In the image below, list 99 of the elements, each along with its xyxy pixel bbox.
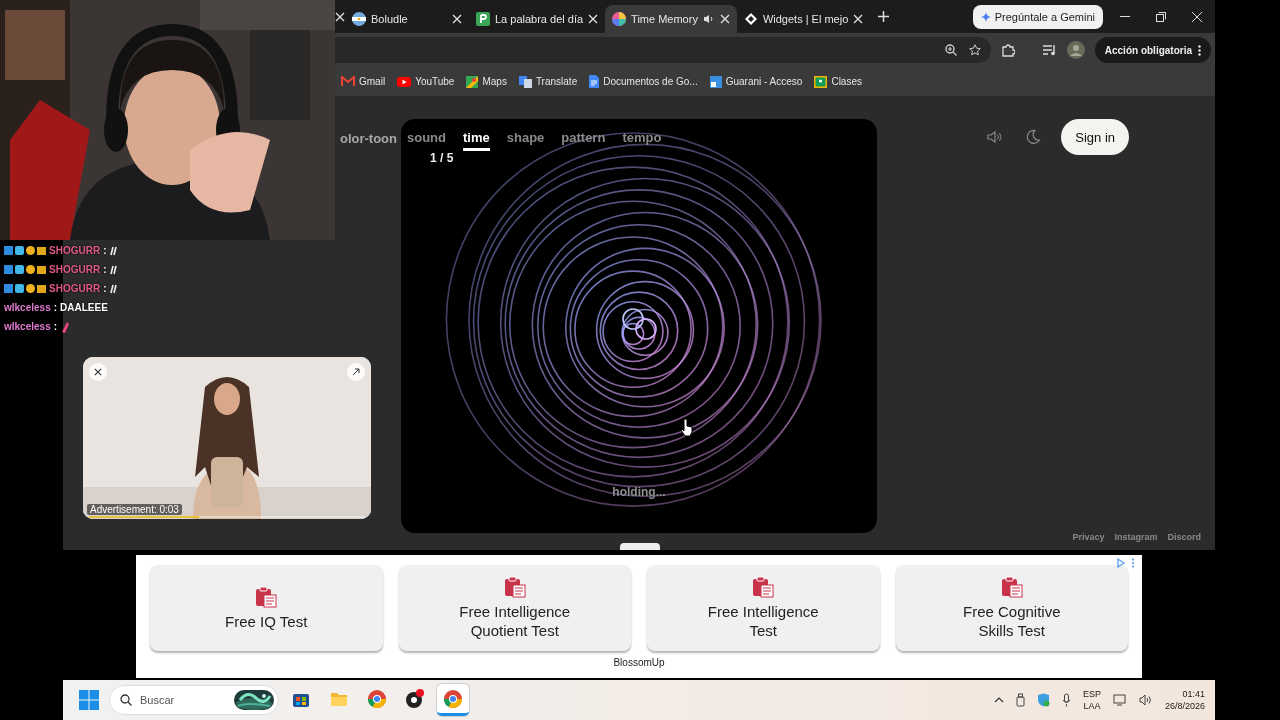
mode-tab[interactable]: shape <box>506 130 545 151</box>
kebab-icon <box>1198 44 1201 56</box>
bookmark-link[interactable]: Guarani - Acceso <box>709 75 803 88</box>
chat-username[interactable]: wlkceless <box>4 321 51 332</box>
bookmark-link[interactable]: Maps <box>466 75 507 88</box>
letter-favicon-icon <box>476 12 490 26</box>
clipboard-icon <box>255 585 278 608</box>
tab-close-icon[interactable] <box>335 11 345 22</box>
zoom-icon[interactable] <box>944 44 957 56</box>
tab-close-icon[interactable] <box>853 14 864 24</box>
bookmark-link[interactable]: Clases <box>814 75 862 88</box>
keyboard-layout[interactable]: LAA <box>1083 700 1101 712</box>
footer-link[interactable]: Instagram <box>1114 532 1158 542</box>
browser-icon[interactable] <box>443 688 463 709</box>
search-bar[interactable]: Buscar <box>109 685 279 715</box>
ad-card[interactable]: Free Intelligence Quotient Test <box>398 565 631 651</box>
volume-icon[interactable] <box>987 130 1004 144</box>
bookmark-link[interactable]: Documentos de Go... <box>589 75 698 88</box>
color-wheel-favicon-icon <box>612 12 627 26</box>
footer-link[interactable]: Discord <box>1167 532 1201 542</box>
caret-up-icon[interactable] <box>993 697 1004 703</box>
browser-tab[interactable]: Widgets | El mejo <box>736 5 871 33</box>
chat-badges-icon <box>4 245 46 256</box>
restore-icon[interactable] <box>1156 11 1166 22</box>
emote-icon <box>60 320 71 333</box>
map-icon <box>466 75 479 88</box>
browser-icon[interactable] <box>367 688 387 709</box>
hand-cursor-icon <box>680 419 694 437</box>
ad-card[interactable]: Free Cognitive Skills Test <box>895 565 1128 651</box>
emote-icon <box>109 245 119 256</box>
chat-separator: : <box>103 264 107 275</box>
mode-tab[interactable]: sound <box>407 130 446 151</box>
clipboard-icon <box>503 576 526 598</box>
video-ad[interactable]: Advertisement: 0:03 <box>83 357 371 519</box>
advertiser-name[interactable]: BlossomUp <box>613 657 665 668</box>
chat-badges-icon <box>4 283 46 294</box>
gemini-button[interactable]: Pregúntale a Gemini <box>972 4 1103 29</box>
chat-badges-icon <box>4 264 46 275</box>
start-icon[interactable] <box>79 690 99 710</box>
ad-card[interactable]: Free Intelligence Test <box>647 565 880 651</box>
browser-tab[interactable]: Time Memory <box>605 5 737 33</box>
bookmark-link[interactable]: YouTube <box>397 76 455 87</box>
bookmark-link[interactable]: Gmail <box>341 76 386 87</box>
arrow-icon <box>352 368 360 376</box>
play-icon <box>397 76 412 87</box>
clipboard-icon <box>752 576 775 598</box>
new-tab-icon[interactable] <box>878 11 890 22</box>
diamond-favicon-icon <box>743 12 758 26</box>
search-icon <box>120 694 132 706</box>
mail-icon <box>341 76 355 87</box>
chat-username[interactable]: SHOGURR <box>49 245 101 256</box>
window-icon <box>709 75 722 88</box>
language-code[interactable]: ESP <box>1082 688 1101 700</box>
bookmark-link[interactable]: Translate <box>518 75 578 88</box>
tab-close-icon[interactable] <box>588 14 599 24</box>
microphone-icon[interactable] <box>1061 693 1071 707</box>
chat-message: DAALEEE <box>60 302 108 313</box>
chat-username[interactable]: SHOGURR <box>49 264 101 275</box>
media-queue-icon[interactable] <box>1042 44 1057 56</box>
sparkle-icon <box>980 11 991 22</box>
mode-tab[interactable]: tempo <box>622 130 662 151</box>
drawer-handle[interactable] <box>620 543 660 550</box>
search-field[interactable]: Buscar <box>138 693 228 707</box>
chat-separator: : <box>53 302 58 313</box>
usb-icon[interactable] <box>1015 693 1025 707</box>
star-icon[interactable] <box>968 44 981 56</box>
site-logo[interactable]: olor-toon <box>339 131 397 146</box>
mode-tab[interactable]: time <box>463 130 490 151</box>
close-icon[interactable] <box>94 368 102 376</box>
document-icon <box>589 75 600 88</box>
moon-icon[interactable] <box>1025 129 1042 145</box>
flag-favicon-icon <box>352 12 366 26</box>
chat-username[interactable]: SHOGURR <box>49 283 101 294</box>
chat-separator: : <box>53 321 58 332</box>
recorder-icon[interactable] <box>404 687 426 710</box>
volume-icon[interactable] <box>1138 694 1153 706</box>
tab-close-icon[interactable] <box>719 14 730 24</box>
emote-icon <box>109 264 119 275</box>
ad-card[interactable]: Free IQ Test <box>150 565 383 651</box>
classroom-icon <box>814 75 828 88</box>
chat-username[interactable]: wlkceless <box>4 302 51 313</box>
footer-link[interactable]: Privacy <box>1072 532 1105 542</box>
clipboard-icon <box>1000 576 1023 598</box>
emote-icon <box>109 283 119 294</box>
action-button[interactable]: Acción obligatoria <box>1094 37 1211 63</box>
browser-tab[interactable]: La palabra del día <box>469 5 606 33</box>
adchoices-icon[interactable] <box>1116 558 1136 568</box>
avatar-icon[interactable] <box>1066 41 1085 59</box>
round-counter: 1 / 5 <box>430 151 454 165</box>
chat-separator: : <box>103 245 107 256</box>
clock-time[interactable]: 01:41 <box>1182 688 1205 700</box>
ad-countdown: Advertisement: 0:03 <box>87 504 182 515</box>
puzzle-icon[interactable] <box>1000 43 1015 57</box>
clock-date[interactable]: 26/8/2026 <box>1164 700 1205 712</box>
browser-tab[interactable]: Boludle <box>345 5 469 33</box>
tab-close-icon[interactable] <box>452 14 462 24</box>
translate-icon <box>518 75 532 88</box>
chat-separator: : <box>103 283 107 294</box>
sign-in-button[interactable]: Sign in <box>1061 119 1129 155</box>
